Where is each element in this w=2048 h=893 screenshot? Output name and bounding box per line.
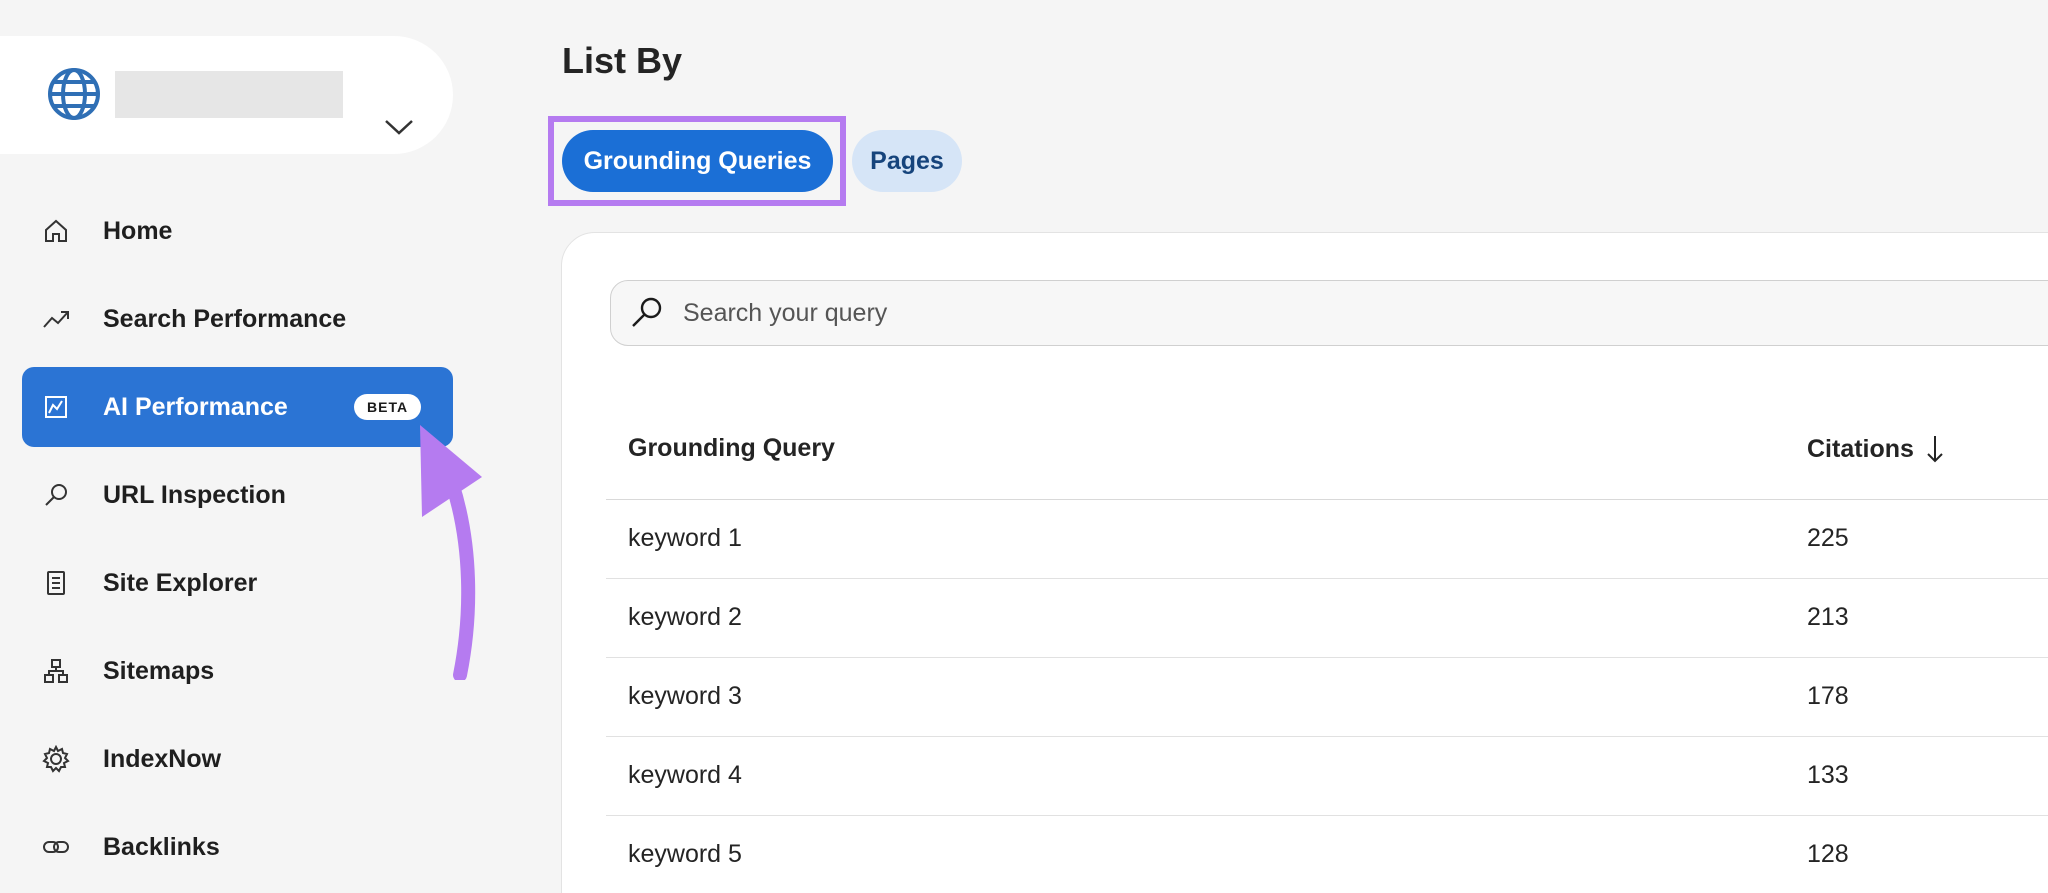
sidebar-item-site-explorer[interactable]: Site Explorer [22,543,453,623]
cell-citations: 225 [1807,524,1849,552]
sidebar-item-label: Sitemaps [103,656,215,685]
table-header: Grounding Query Citations [606,412,2048,500]
chart-icon [42,393,70,421]
table-row[interactable]: keyword 5 128 [606,816,2048,893]
annotation-arrow [420,425,482,680]
cell-query: keyword 5 [628,840,742,868]
search-icon [629,295,665,331]
globe-icon [46,66,102,122]
sidebar-item-label: AI Performance [103,392,288,421]
table-row[interactable]: keyword 1 225 [606,500,2048,579]
sort-down-icon [1924,434,1946,464]
sidebar-item-label: IndexNow [103,744,222,773]
tab-grounding-queries[interactable]: Grounding Queries [562,130,833,192]
sidebar-item-label: URL Inspection [103,480,286,509]
cell-citations: 133 [1807,761,1849,789]
column-header-label: Citations [1807,434,1914,463]
gear-icon [42,745,70,773]
sidebar-item-backlinks[interactable]: Backlinks [22,807,453,887]
chevron-down-icon[interactable] [384,118,414,136]
sitemap-icon [42,657,70,685]
sidebar-item-label: Home [103,216,173,245]
cell-query: keyword 4 [628,761,742,789]
sidebar-item-label: Site Explorer [103,568,258,597]
cell-citations: 178 [1807,682,1849,710]
sidebar-item-label: Backlinks [103,832,220,861]
cell-query: keyword 1 [628,524,742,552]
column-header-citations[interactable]: Citations [1807,434,1946,464]
site-name-placeholder [115,71,343,118]
search-icon [42,481,70,509]
sidebar-item-home[interactable]: Home [22,191,453,271]
site-selector[interactable] [0,36,453,154]
sidebar-item-ai-performance[interactable]: AI Performance BETA [22,367,453,447]
cell-query: keyword 2 [628,603,742,631]
sidebar-item-indexnow[interactable]: IndexNow [22,719,453,799]
document-list-icon [42,569,70,597]
search-input[interactable] [683,281,1983,345]
search-box[interactable] [610,280,2048,346]
sidebar-item-label: Search Performance [103,304,347,333]
table-row[interactable]: keyword 3 178 [606,658,2048,737]
trending-up-icon [42,305,70,333]
cell-citations: 213 [1807,603,1849,631]
sidebar-item-search-performance[interactable]: Search Performance [22,279,453,359]
sidebar-item-url-inspection[interactable]: URL Inspection [22,455,453,535]
page-title: List By [562,40,683,81]
tab-pages[interactable]: Pages [852,130,962,192]
cell-query: keyword 3 [628,682,742,710]
beta-badge: BETA [354,394,422,420]
sidebar-item-sitemaps[interactable]: Sitemaps [22,631,453,711]
table-row[interactable]: keyword 4 133 [606,737,2048,816]
home-icon [42,217,70,245]
link-icon [42,833,70,861]
cell-citations: 128 [1807,840,1849,868]
column-header-grounding-query[interactable]: Grounding Query [628,434,835,463]
table-body: keyword 1 225 keyword 2 213 keyword 3 17… [606,500,2048,893]
table-row[interactable]: keyword 2 213 [606,579,2048,658]
